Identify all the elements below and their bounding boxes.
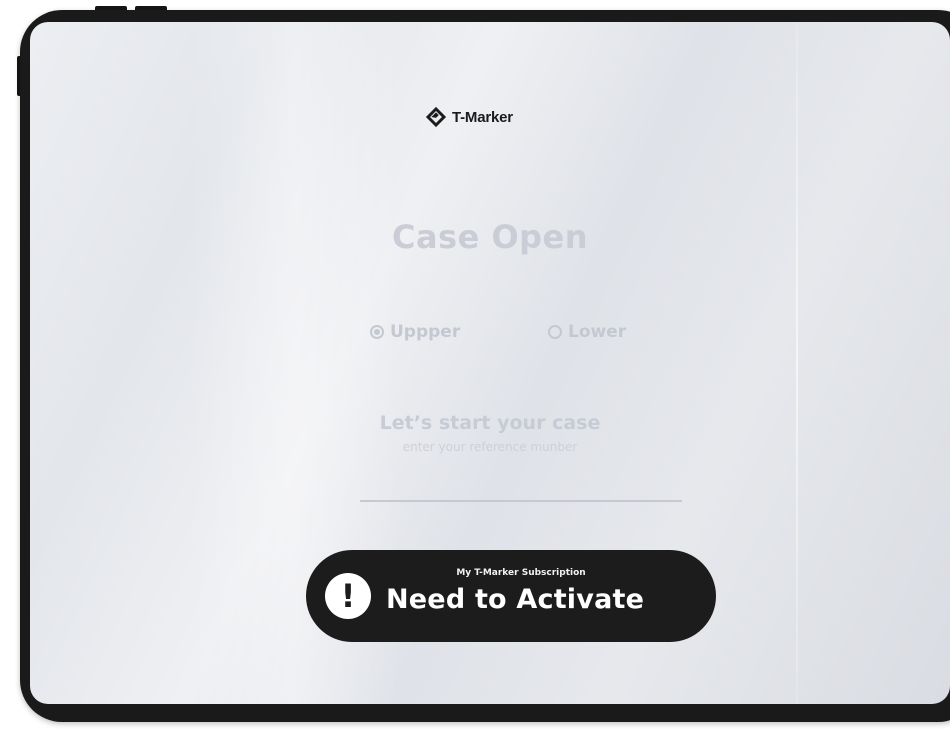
reference-number-input[interactable] bbox=[360, 468, 682, 502]
activate-subscription-button[interactable]: ! My T-Marker Subscription Need to Activ… bbox=[306, 550, 716, 642]
tablet-screen: T-Marker Case Open Uppper Lower Let’s st… bbox=[30, 22, 950, 704]
reference-heading: Let’s start your case bbox=[379, 412, 601, 434]
radio-upper-label: Uppper bbox=[390, 322, 461, 342]
screen-reflection-edge bbox=[796, 22, 798, 704]
reference-hint: enter your reference munber bbox=[402, 440, 578, 454]
app-name: T-Marker bbox=[452, 108, 513, 126]
radio-upper[interactable]: Uppper bbox=[370, 322, 460, 342]
subscription-status: Need to Activate bbox=[386, 584, 645, 615]
subscription-caption: My T-Marker Subscription bbox=[456, 568, 586, 578]
radio-unselected-icon bbox=[548, 325, 562, 339]
case-position-radio-group: Uppper Lower bbox=[30, 322, 950, 346]
page-title: Case Open bbox=[391, 218, 589, 256]
radio-lower-label: Lower bbox=[568, 322, 627, 342]
radio-selected-icon bbox=[370, 325, 384, 339]
t-marker-logo-icon bbox=[425, 106, 447, 128]
exclamation-icon: ! bbox=[325, 573, 371, 619]
radio-lower[interactable]: Lower bbox=[548, 322, 626, 342]
app-logo: T-Marker bbox=[425, 106, 513, 128]
